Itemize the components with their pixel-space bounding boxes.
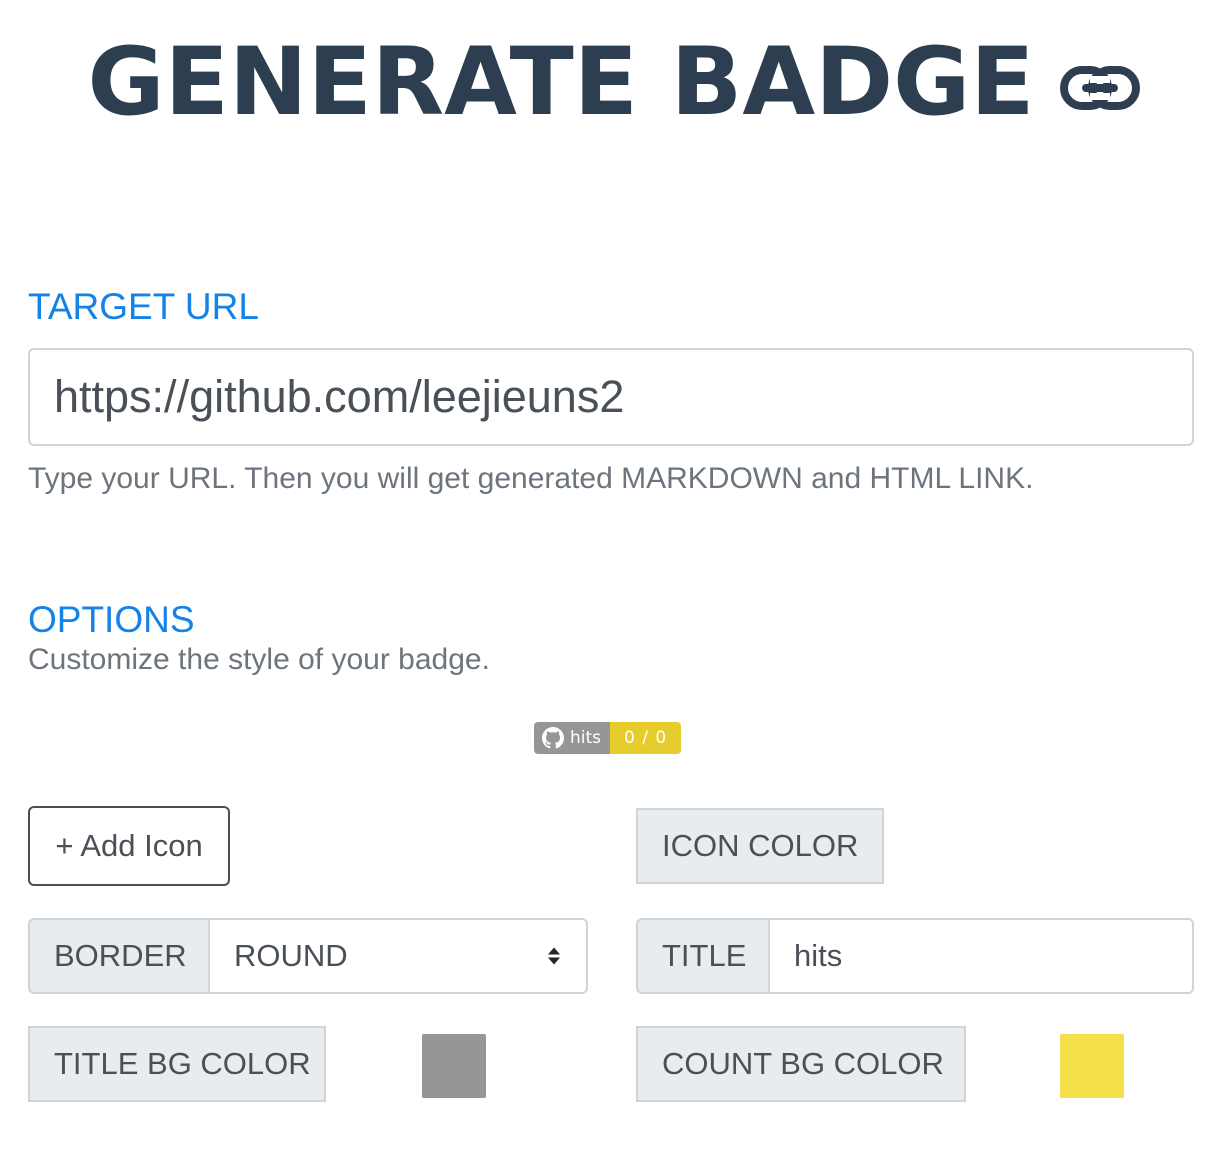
page-header: GENERATE BADGE xyxy=(0,28,1228,138)
badge-preview: hits 0 / 0 xyxy=(534,722,682,754)
target-url-input[interactable] xyxy=(28,348,1194,446)
page-title: GENERATE BADGE xyxy=(87,28,1035,137)
github-icon xyxy=(542,727,564,749)
badge-title-section: hits xyxy=(534,722,611,754)
target-url-help: Type your URL. Then you will get generat… xyxy=(28,462,1034,495)
title-bg-color-swatch[interactable] xyxy=(422,1034,486,1098)
title-label: TITLE xyxy=(636,918,770,994)
icon-color-label: ICON COLOR xyxy=(636,808,884,884)
border-select[interactable]: ROUND xyxy=(210,918,588,994)
count-bg-color-label: COUNT BG COLOR xyxy=(636,1026,966,1102)
target-url-label: TARGET URL xyxy=(28,286,259,327)
border-select-value: ROUND xyxy=(234,938,348,973)
options-help: Customize the style of your badge. xyxy=(28,643,490,676)
title-bg-color-label: TITLE BG COLOR xyxy=(28,1026,326,1102)
options-label: OPTIONS xyxy=(28,599,195,640)
add-icon-button[interactable]: + Add Icon xyxy=(28,806,230,886)
count-bg-color-swatch[interactable] xyxy=(1060,1034,1124,1098)
badge-count: 0 / 0 xyxy=(610,722,682,754)
badge-title-text: hits xyxy=(570,728,602,748)
page: GENERATE BADGE TARGET URL Type your URL.… xyxy=(0,0,1228,1164)
border-label: BORDER xyxy=(28,918,210,994)
select-arrows-icon xyxy=(548,947,560,965)
title-input[interactable]: hits xyxy=(770,918,1194,994)
link-icon[interactable] xyxy=(1060,66,1141,110)
